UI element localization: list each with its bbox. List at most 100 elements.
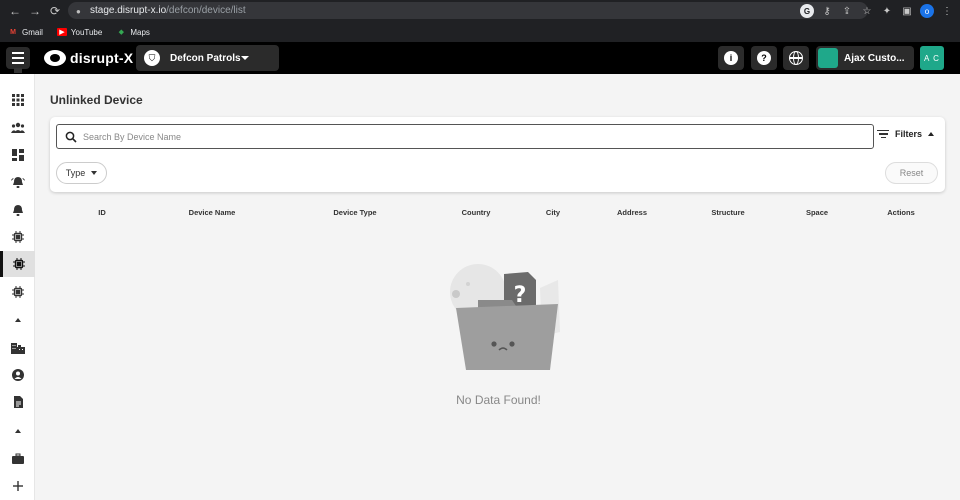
- bookmarks-bar: M Gmail ▶ YouTube ◆ Maps: [0, 22, 960, 42]
- brand-logo[interactable]: disrupt-X: [44, 50, 133, 66]
- column-header-country[interactable]: Country: [462, 208, 491, 217]
- column-header-space[interactable]: Space: [806, 208, 828, 217]
- folder-eye-left: [491, 341, 497, 347]
- filter-line: [878, 133, 888, 135]
- reload-icon[interactable]: ⟳: [44, 0, 66, 22]
- youtube-icon: ▶: [56, 28, 67, 36]
- globe-icon: [789, 51, 803, 65]
- hamburger-line: [12, 62, 24, 64]
- user-avatar[interactable]: A C: [920, 46, 944, 70]
- sidebar: [0, 68, 35, 500]
- group-icon: [10, 122, 25, 133]
- sidebar-item-top[interactable]: [0, 68, 35, 80]
- forward-arrow-icon[interactable]: →: [24, 0, 46, 22]
- filter-card: Filters Type Reset: [50, 117, 945, 192]
- column-header-address[interactable]: Address: [617, 208, 647, 217]
- caret-up-icon: [928, 132, 935, 136]
- info-icon: i: [724, 51, 738, 65]
- empty-folder-illustration: ?: [450, 264, 560, 370]
- browser-actions: G ⚷ ⇪ ☆ ✦ ▣ o ⋮: [800, 2, 954, 20]
- gmail-icon: M: [10, 28, 16, 36]
- extensions-icon[interactable]: ✦: [880, 4, 894, 18]
- filters-toggle-button[interactable]: Filters: [877, 129, 935, 139]
- url-host: stage.disrupt-x.io: [90, 5, 167, 16]
- sidebar-item-alarms[interactable]: [0, 169, 35, 195]
- filter-line: [877, 129, 889, 132]
- profile-avatar[interactable]: o: [920, 4, 934, 18]
- sidebar-item-apps[interactable]: [0, 87, 35, 113]
- caret-up-icon: [14, 429, 21, 433]
- plus-icon: [12, 481, 23, 491]
- address-url: stage.disrupt-x.io/defcon/device/list: [90, 5, 246, 16]
- column-header-city[interactable]: City: [546, 208, 560, 217]
- back-arrow-icon[interactable]: ←: [4, 0, 26, 22]
- illus-dot: [466, 282, 470, 286]
- menu-toggle-button[interactable]: [6, 47, 30, 69]
- language-button[interactable]: [783, 46, 809, 70]
- organization-name: Defcon Patrols: [170, 52, 241, 64]
- hamburger-line: [12, 52, 24, 54]
- column-header-id[interactable]: ID: [98, 208, 106, 217]
- star-icon[interactable]: ☆: [860, 4, 874, 18]
- bookmark-gmail[interactable]: M Gmail: [8, 28, 43, 37]
- column-header-device-type[interactable]: Device Type: [333, 208, 376, 217]
- question-mark: ?: [514, 283, 527, 308]
- sidebar-item-users[interactable]: [0, 115, 35, 141]
- table-header: ID Device Name Device Type Country City …: [50, 203, 945, 223]
- bookmark-youtube[interactable]: ▶ YouTube: [56, 28, 102, 37]
- filter-lines-icon: [877, 129, 889, 139]
- sidebar-item-devices[interactable]: [0, 224, 35, 250]
- chip-icon: [13, 258, 25, 270]
- maps-icon: ◆: [118, 29, 125, 36]
- sidebar-item-notifications[interactable]: [0, 197, 35, 223]
- customer-select[interactable]: Ajax Custo...: [816, 46, 914, 70]
- bookmark-label: Gmail: [22, 27, 43, 37]
- grid-icon: [11, 94, 24, 106]
- bookmark-label: Maps: [130, 27, 150, 37]
- kebab-menu-icon[interactable]: ⋮: [940, 4, 954, 18]
- page-title: Unlinked Device: [50, 93, 143, 107]
- sidebar-collapse-toggle[interactable]: [0, 307, 35, 333]
- sidepanel-icon[interactable]: ▣: [900, 4, 914, 18]
- address-bar[interactable]: ● stage.disrupt-x.io/defcon/device/list: [68, 2, 868, 19]
- column-header-device-name[interactable]: Device Name: [189, 208, 236, 217]
- sidebar-item-unlinked-devices[interactable]: [0, 251, 35, 277]
- column-header-actions[interactable]: Actions: [887, 208, 915, 217]
- app-header: disrupt-X ⛉ Defcon Patrols i ? Ajax Cust…: [0, 42, 960, 74]
- search-field[interactable]: [56, 124, 874, 149]
- sidebar-item-buildings[interactable]: [0, 335, 35, 361]
- brand-mark-icon: [44, 50, 66, 66]
- bookmark-maps[interactable]: ◆ Maps: [116, 28, 150, 37]
- partial-icon: [13, 68, 22, 73]
- sidebar-item-dashboard[interactable]: [0, 142, 35, 168]
- chip-icon: [11, 231, 24, 243]
- chip-icon: [11, 286, 24, 298]
- share-icon[interactable]: ⇪: [840, 4, 854, 18]
- help-icon: ?: [757, 51, 771, 65]
- gear-icon: [452, 290, 460, 298]
- caret-up-icon: [14, 318, 21, 322]
- key-icon[interactable]: ⚷: [820, 4, 834, 18]
- sidebar-item-account[interactable]: [0, 362, 35, 388]
- info-button[interactable]: i: [718, 46, 744, 70]
- brand-name: disrupt-X: [70, 50, 134, 66]
- filters-label: Filters: [895, 129, 923, 139]
- organization-select[interactable]: ⛉ Defcon Patrols: [136, 45, 279, 71]
- help-button[interactable]: ?: [751, 46, 777, 70]
- bell-icon: [12, 205, 23, 216]
- reset-button[interactable]: Reset: [885, 162, 938, 184]
- lock-icon: ●: [76, 6, 81, 16]
- briefcase-icon: [11, 453, 24, 464]
- sidebar-item-device-types[interactable]: [0, 279, 35, 305]
- sidebar-item-add[interactable]: [0, 473, 35, 499]
- column-header-structure[interactable]: Structure: [711, 208, 744, 217]
- type-filter-chip[interactable]: Type: [56, 162, 107, 184]
- url-path: /defcon/device/list: [166, 5, 246, 16]
- caret-down-icon: [241, 56, 249, 60]
- sidebar-collapse-toggle-2[interactable]: [0, 418, 35, 444]
- search-input[interactable]: [83, 131, 863, 142]
- filter-line: [880, 136, 886, 139]
- sidebar-item-jobs[interactable]: [0, 446, 35, 472]
- google-icon[interactable]: G: [800, 4, 814, 18]
- caret-down-icon: [91, 171, 98, 175]
